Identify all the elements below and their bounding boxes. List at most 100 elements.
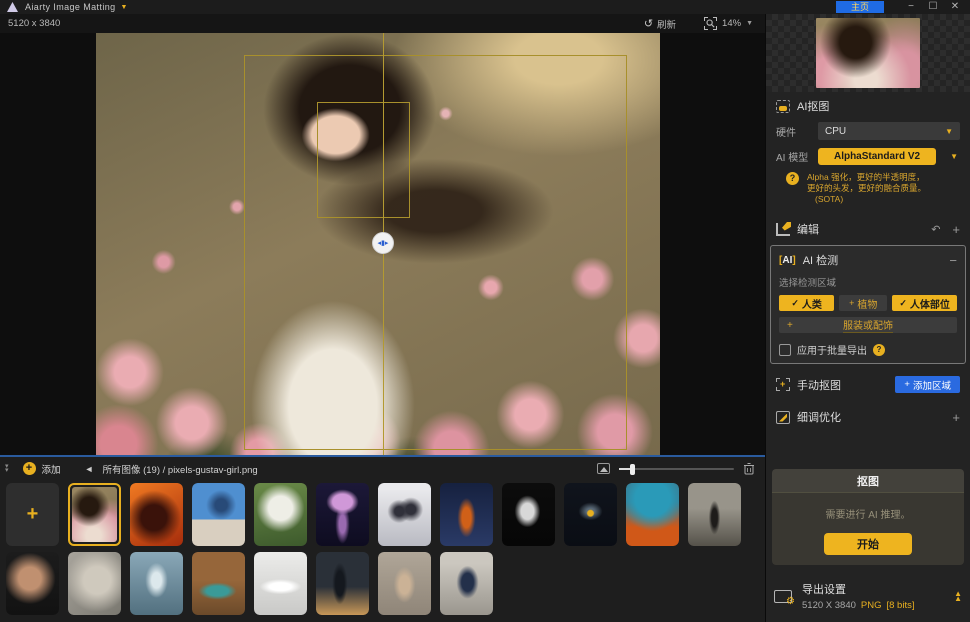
- title-bar: Aiarty Image Matting ▼ 主页 − ☐ ✕: [0, 0, 970, 14]
- detection-box-person[interactable]: [244, 55, 627, 450]
- canvas-toolbar: 5120 x 3840 ↺ 刷新 14% ▼: [0, 14, 765, 33]
- edit-add-icon[interactable]: +: [952, 222, 960, 237]
- thumbnail-image-white-sofa: [254, 552, 307, 615]
- slider-knob[interactable]: [630, 464, 635, 475]
- export-settings-summary: 5120 X 3840PNG[8 bits]: [802, 600, 914, 611]
- close-button[interactable]: ✕: [944, 0, 966, 14]
- manual-matting-section: + 手动抠图 + 添加区域: [766, 370, 970, 399]
- result-preview-thumbnail[interactable]: [816, 18, 920, 88]
- thumbnail-image-snow-jumpers: [378, 483, 431, 546]
- zoom-chevron-down-icon[interactable]: ▼: [746, 20, 753, 27]
- thumbnail-dark-fashion-runway[interactable]: [316, 552, 369, 615]
- thumbnail-size-slider[interactable]: [619, 463, 734, 475]
- start-button[interactable]: 开始: [824, 533, 912, 555]
- refresh-icon: ↺: [644, 17, 653, 30]
- image-canvas[interactable]: ◂▮▸: [0, 33, 765, 457]
- ai-matting-section: AI抠图 硬件 CPU ▼ AI 模型 AlphaStandard V2 ▼ ?…: [766, 92, 970, 211]
- add-area-button[interactable]: + 添加区域: [895, 376, 960, 393]
- thumbnail-blonde-portrait[interactable]: [68, 552, 121, 615]
- refine-title: 细调优化: [797, 409, 841, 425]
- trash-icon[interactable]: [743, 462, 755, 475]
- thumbnail-image-veiled-woman: [130, 552, 183, 615]
- check-icon: ✓: [899, 298, 907, 309]
- add-image-label[interactable]: 添加: [42, 462, 61, 476]
- apply-batch-label: 应用于批量导出: [797, 342, 867, 357]
- edit-title: 编辑: [797, 221, 819, 237]
- thumbnail-white-dove[interactable]: [502, 483, 555, 546]
- add-image-tile[interactable]: +: [6, 483, 59, 546]
- export-settings[interactable]: ⚙ 导出设置 5120 X 3840PNG[8 bits] ▲▲: [766, 581, 970, 611]
- detect-clothes-button[interactable]: + 服装或配饰: [779, 317, 957, 333]
- minimize-button[interactable]: −: [900, 0, 922, 14]
- thumbnail-image-white-dove: [502, 483, 555, 546]
- thumbnail-image-smiling-woman: [6, 552, 59, 615]
- thumbnail-snow-jumpers[interactable]: [378, 483, 431, 546]
- thumbnail-image-flame-figure: [440, 483, 493, 546]
- app-logo-icon: [7, 2, 18, 12]
- collapse-panel-icon[interactable]: −: [949, 253, 957, 268]
- add-image-icon[interactable]: +: [23, 462, 36, 475]
- back-arrow-icon[interactable]: ◄: [85, 464, 94, 474]
- thumbnail-navy-jacket-model[interactable]: [440, 552, 493, 615]
- hardware-select[interactable]: CPU ▼: [818, 122, 960, 140]
- thumbnail-image-jellyfish: [316, 483, 369, 546]
- model-select[interactable]: AlphaStandard V2: [818, 148, 936, 165]
- model-help-icon[interactable]: ?: [786, 172, 799, 185]
- plus-icon: +: [904, 379, 910, 390]
- model-chevron-down-icon[interactable]: ▼: [950, 152, 958, 161]
- thumbnail-image-blonde-portrait: [68, 552, 121, 615]
- edit-icon: [776, 223, 790, 236]
- thumbnail-jellyfish[interactable]: [316, 483, 369, 546]
- detect-plant-button[interactable]: + 植物: [839, 295, 887, 311]
- export-collapse-chevron-up-icon[interactable]: ▲▲: [954, 591, 962, 601]
- image-dimensions: 5120 x 3840: [8, 18, 60, 29]
- zoom-control[interactable]: 14% ▼: [704, 17, 753, 30]
- manual-matting-title: 手动抠图: [797, 377, 841, 393]
- thumbnail-beach-walker[interactable]: [688, 483, 741, 546]
- thumbnail-image-girl-flowers: [72, 487, 117, 542]
- magnifier-icon: [704, 17, 717, 30]
- thumbnail-orange-silhouette[interactable]: [130, 483, 183, 546]
- hardware-chevron-down-icon: ▼: [945, 127, 953, 136]
- undo-icon[interactable]: ↶: [931, 223, 940, 236]
- app-window: Aiarty Image Matting ▼ 主页 − ☐ ✕ 5120 x 3…: [0, 0, 970, 622]
- thumbnail-teal-car[interactable]: [192, 552, 245, 615]
- thumbnail-dandelion[interactable]: [254, 483, 307, 546]
- plus-icon: +: [787, 320, 793, 331]
- thumbnail-image-teal-car: [192, 552, 245, 615]
- model-hint: Alpha 强化，更好的半透明度， 更好的头发，更好的融合质量。(SOTA): [807, 172, 960, 205]
- compare-split-handle[interactable]: ◂▮▸: [372, 232, 394, 254]
- detect-area-subtitle: 选择检测区域: [779, 275, 957, 289]
- ai-matting-icon: [776, 100, 790, 113]
- app-title: Aiarty Image Matting: [25, 2, 116, 12]
- apply-batch-help-icon[interactable]: ?: [873, 344, 885, 356]
- thumbnail-dark-flower[interactable]: [564, 483, 617, 546]
- refine-icon: [776, 411, 790, 424]
- export-settings-title: 导出设置: [802, 581, 914, 597]
- thumbnail-skateboarder[interactable]: [192, 483, 245, 546]
- filmstrip-panel: ▾▾ + 添加 ◄ 所有图像 (19) / pixels-gustav-girl…: [0, 455, 765, 622]
- thumbnail-beige-coat-model[interactable]: [378, 552, 431, 615]
- collapse-filmstrip-icon[interactable]: ▾▾: [5, 465, 9, 473]
- right-sidebar: AI抠图 硬件 CPU ▼ AI 模型 AlphaStandard V2 ▼ ?…: [765, 14, 970, 622]
- ai-matting-title: AI抠图: [797, 98, 829, 114]
- matting-status-panel: 抠图 需要进行 AI 推理。 开始: [772, 469, 964, 565]
- title-chevron-down-icon[interactable]: ▼: [121, 4, 128, 11]
- detect-human-button[interactable]: ✓ 人类: [779, 295, 834, 311]
- refine-add-icon[interactable]: +: [952, 410, 960, 425]
- breadcrumb: 所有图像 (19) / pixels-gustav-girl.png: [102, 462, 257, 476]
- thumbnail-size-icon: [597, 463, 610, 474]
- thumbnail-smiling-woman[interactable]: [6, 552, 59, 615]
- apply-batch-checkbox[interactable]: [779, 344, 791, 356]
- detect-body-parts-button[interactable]: ✓ 人体部位: [892, 295, 957, 311]
- thumbnail-blue-hair-woman[interactable]: [626, 483, 679, 546]
- thumbnail-girl-flowers[interactable]: [68, 483, 121, 546]
- refresh-button[interactable]: ↺ 刷新: [644, 17, 676, 31]
- thumbnail-white-sofa[interactable]: [254, 552, 307, 615]
- thumbnail-veiled-woman[interactable]: [130, 552, 183, 615]
- home-button[interactable]: 主页: [836, 1, 884, 13]
- thumbnail-flame-figure[interactable]: [440, 483, 493, 546]
- maximize-button[interactable]: ☐: [922, 0, 944, 14]
- detection-box-face[interactable]: [317, 102, 410, 218]
- zoom-value: 14%: [722, 18, 741, 29]
